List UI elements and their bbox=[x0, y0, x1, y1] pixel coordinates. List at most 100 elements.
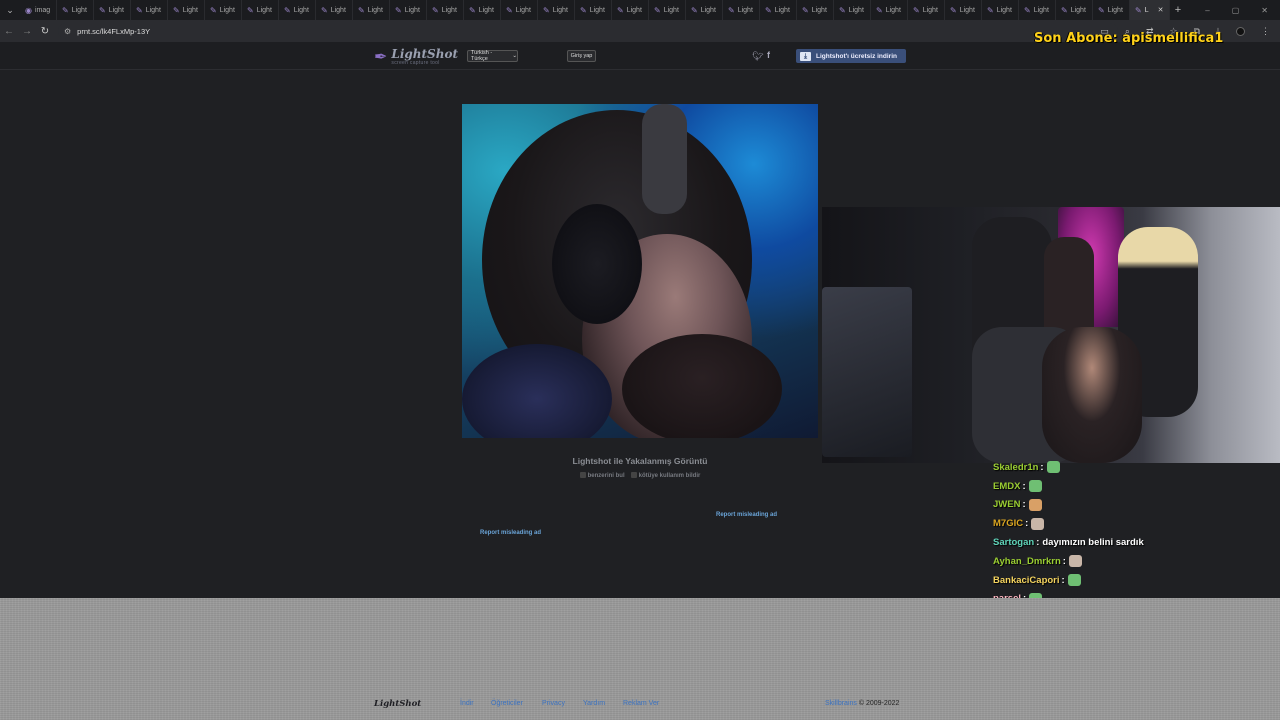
browser-tab[interactable]: ✎ Light bbox=[575, 0, 612, 20]
menu-dots-icon[interactable]: ⋮ bbox=[1261, 26, 1270, 37]
browser-tab[interactable]: ✎ Light bbox=[131, 0, 168, 20]
lightshot-favicon-icon: ✎ bbox=[765, 5, 772, 15]
chat-username[interactable]: JWEN bbox=[993, 499, 1020, 510]
report-abuse-label: kötüye kullanım bildir bbox=[638, 473, 701, 479]
footer-link-advertise[interactable]: Reklam Ver bbox=[623, 700, 659, 707]
lightshot-favicon-icon: ✎ bbox=[839, 5, 846, 15]
browser-tab[interactable]: ✎ Light bbox=[242, 0, 279, 20]
lightshot-favicon-icon: ✎ bbox=[1024, 5, 1031, 15]
browser-tab[interactable]: ✎ Light bbox=[57, 0, 94, 20]
report-misleading-ad-link-right[interactable]: Report misleading ad bbox=[716, 512, 777, 518]
chat-username[interactable]: Sartogan bbox=[993, 537, 1034, 548]
chat-username[interactable]: Ayhan_Dmrkrn bbox=[993, 556, 1061, 567]
last-subscriber-overlay: Son Abone: apismellifica1 bbox=[1034, 31, 1224, 46]
image-shape bbox=[552, 204, 642, 324]
close-window-icon[interactable]: ✕ bbox=[1261, 6, 1268, 15]
browser-tab[interactable]: ✎ Light bbox=[612, 0, 649, 20]
captured-screenshot-image[interactable] bbox=[462, 104, 818, 438]
tab-label: Light bbox=[515, 6, 531, 14]
browser-tab[interactable]: ✎ Light bbox=[797, 0, 834, 20]
browser-tab[interactable]: ✎ Light bbox=[760, 0, 797, 20]
lightshot-logo[interactable]: ✒ LightShot screen capture tool bbox=[374, 47, 458, 67]
lightshot-favicon-icon: ✎ bbox=[543, 5, 550, 15]
window-controls: – ▢ ✕ bbox=[1205, 0, 1280, 20]
footer-link-download[interactable]: İndir bbox=[460, 700, 474, 707]
chat-message: BankaciCapori: bbox=[993, 571, 1273, 590]
download-free-button[interactable]: ⤓ Lightshot'ı ücretsiz indirin bbox=[796, 49, 906, 63]
tab-search-icon[interactable]: ⌄ bbox=[0, 0, 20, 20]
browser-tab[interactable]: ✎ Light bbox=[501, 0, 538, 20]
twitter-icon[interactable]: 🐦︎ bbox=[752, 51, 763, 62]
browser-tab[interactable]: ◉ imag bbox=[20, 0, 57, 20]
tab-label: Light bbox=[885, 6, 901, 14]
chat-username[interactable]: Skaledr1n bbox=[993, 462, 1038, 473]
browser-tab[interactable]: ✎ Light bbox=[1056, 0, 1093, 20]
footer-logo[interactable]: LightShot bbox=[374, 699, 421, 709]
browser-tab[interactable]: ✎ Light bbox=[316, 0, 353, 20]
chat-message: Ayhan_Dmrkrn: bbox=[993, 552, 1273, 571]
browser-tab[interactable]: ✎ Light bbox=[353, 0, 390, 20]
browser-tab[interactable]: ✎ Light bbox=[427, 0, 464, 20]
language-select[interactable]: Turkish - Türkçe ⌄ bbox=[467, 50, 518, 62]
tab-label: Light bbox=[441, 6, 457, 14]
tabs-container: ◉ imag ✎ Light ✎ Light ✎ Light ✎ Light ✎ Light ✎ Ligh… bbox=[20, 0, 1130, 20]
profile-avatar[interactable] bbox=[1236, 26, 1245, 36]
browser-tab[interactable]: ✎ Light bbox=[1093, 0, 1130, 20]
browser-tab[interactable]: ✎ Light bbox=[686, 0, 723, 20]
chat-emote-icon bbox=[1046, 461, 1060, 474]
browser-tab[interactable]: ✎ Light bbox=[649, 0, 686, 20]
lightshot-favicon-icon: ✎ bbox=[432, 5, 439, 15]
facebook-icon[interactable]: f bbox=[767, 50, 770, 60]
site-info-icon[interactable]: ⚙ bbox=[64, 27, 71, 36]
skillbrains-link[interactable]: Skillbrains bbox=[825, 700, 857, 707]
download-label: Lightshot'ı ücretsiz indirin bbox=[816, 52, 897, 60]
stream-webcam-overlay bbox=[822, 207, 1280, 463]
address-bar[interactable]: ⚙ prnt.sc/lk4FLxMp-13Y bbox=[58, 23, 1118, 39]
browser-tab[interactable]: ✎ Light bbox=[205, 0, 242, 20]
chat-username[interactable]: BankaciCapori bbox=[993, 575, 1060, 586]
tab-label: Light bbox=[108, 6, 124, 14]
chat-username[interactable]: M7GIC bbox=[993, 518, 1023, 529]
chat-separator: : bbox=[1022, 480, 1026, 492]
chat-separator: : bbox=[1061, 574, 1065, 586]
footer-link-privacy[interactable]: Privacy bbox=[542, 700, 565, 707]
forward-icon[interactable]: → bbox=[18, 26, 36, 37]
find-similar-link[interactable]: benzerini bul bbox=[579, 472, 625, 479]
browser-tab[interactable]: ✎ Light bbox=[279, 0, 316, 20]
report-misleading-ad-link-left[interactable]: Report misleading ad bbox=[480, 530, 541, 536]
tab-label: Light bbox=[589, 6, 605, 14]
browser-tab[interactable]: ✎ Light bbox=[945, 0, 982, 20]
close-tab-icon[interactable]: ✕ bbox=[1158, 6, 1164, 14]
lightshot-favicon-icon: ✎ bbox=[691, 5, 698, 15]
chat-username[interactable]: EMDX bbox=[993, 481, 1020, 492]
browser-tab[interactable]: ✎ Light bbox=[390, 0, 427, 20]
maximize-icon[interactable]: ▢ bbox=[1232, 6, 1240, 15]
login-button[interactable]: Giriş yap bbox=[567, 50, 596, 62]
new-tab-button[interactable]: + bbox=[1170, 4, 1186, 16]
footer-link-help[interactable]: Yardım bbox=[583, 700, 605, 707]
image-actions: benzerini bul kötüye kullanım bildir bbox=[462, 472, 818, 479]
tab-active[interactable]: ✎ L ✕ bbox=[1130, 0, 1170, 20]
tab-label: Light bbox=[663, 6, 679, 14]
browser-tab[interactable]: ✎ Light bbox=[834, 0, 871, 20]
tab-label: Light bbox=[404, 6, 420, 14]
browser-tab[interactable]: ✎ Light bbox=[871, 0, 908, 20]
browser-tab[interactable]: ✎ Light bbox=[982, 0, 1019, 20]
browser-tab[interactable]: ✎ Light bbox=[464, 0, 501, 20]
footer-link-tutorials[interactable]: Öğreticiler bbox=[491, 700, 523, 707]
browser-tab[interactable]: ✎ Light bbox=[94, 0, 131, 20]
tab-label: Light bbox=[700, 6, 716, 14]
browser-tab[interactable]: ✎ Light bbox=[1019, 0, 1056, 20]
browser-tab[interactable]: ✎ Light bbox=[538, 0, 575, 20]
back-icon[interactable]: ← bbox=[0, 26, 18, 37]
image-favicon-icon: ◉ bbox=[25, 5, 32, 15]
lightshot-favicon-icon: ✎ bbox=[62, 5, 69, 15]
image-caption: Lightshot ile Yakalanmış Görüntü bbox=[572, 456, 708, 466]
browser-tab[interactable]: ✎ Light bbox=[723, 0, 760, 20]
minimize-icon[interactable]: – bbox=[1205, 6, 1209, 15]
report-abuse-link[interactable]: kötüye kullanım bildir bbox=[630, 472, 701, 479]
browser-tab[interactable]: ✎ Light bbox=[168, 0, 205, 20]
reload-icon[interactable]: ↻ bbox=[36, 26, 54, 37]
browser-tab[interactable]: ✎ Light bbox=[908, 0, 945, 20]
lightshot-favicon-icon: ✎ bbox=[876, 5, 883, 15]
